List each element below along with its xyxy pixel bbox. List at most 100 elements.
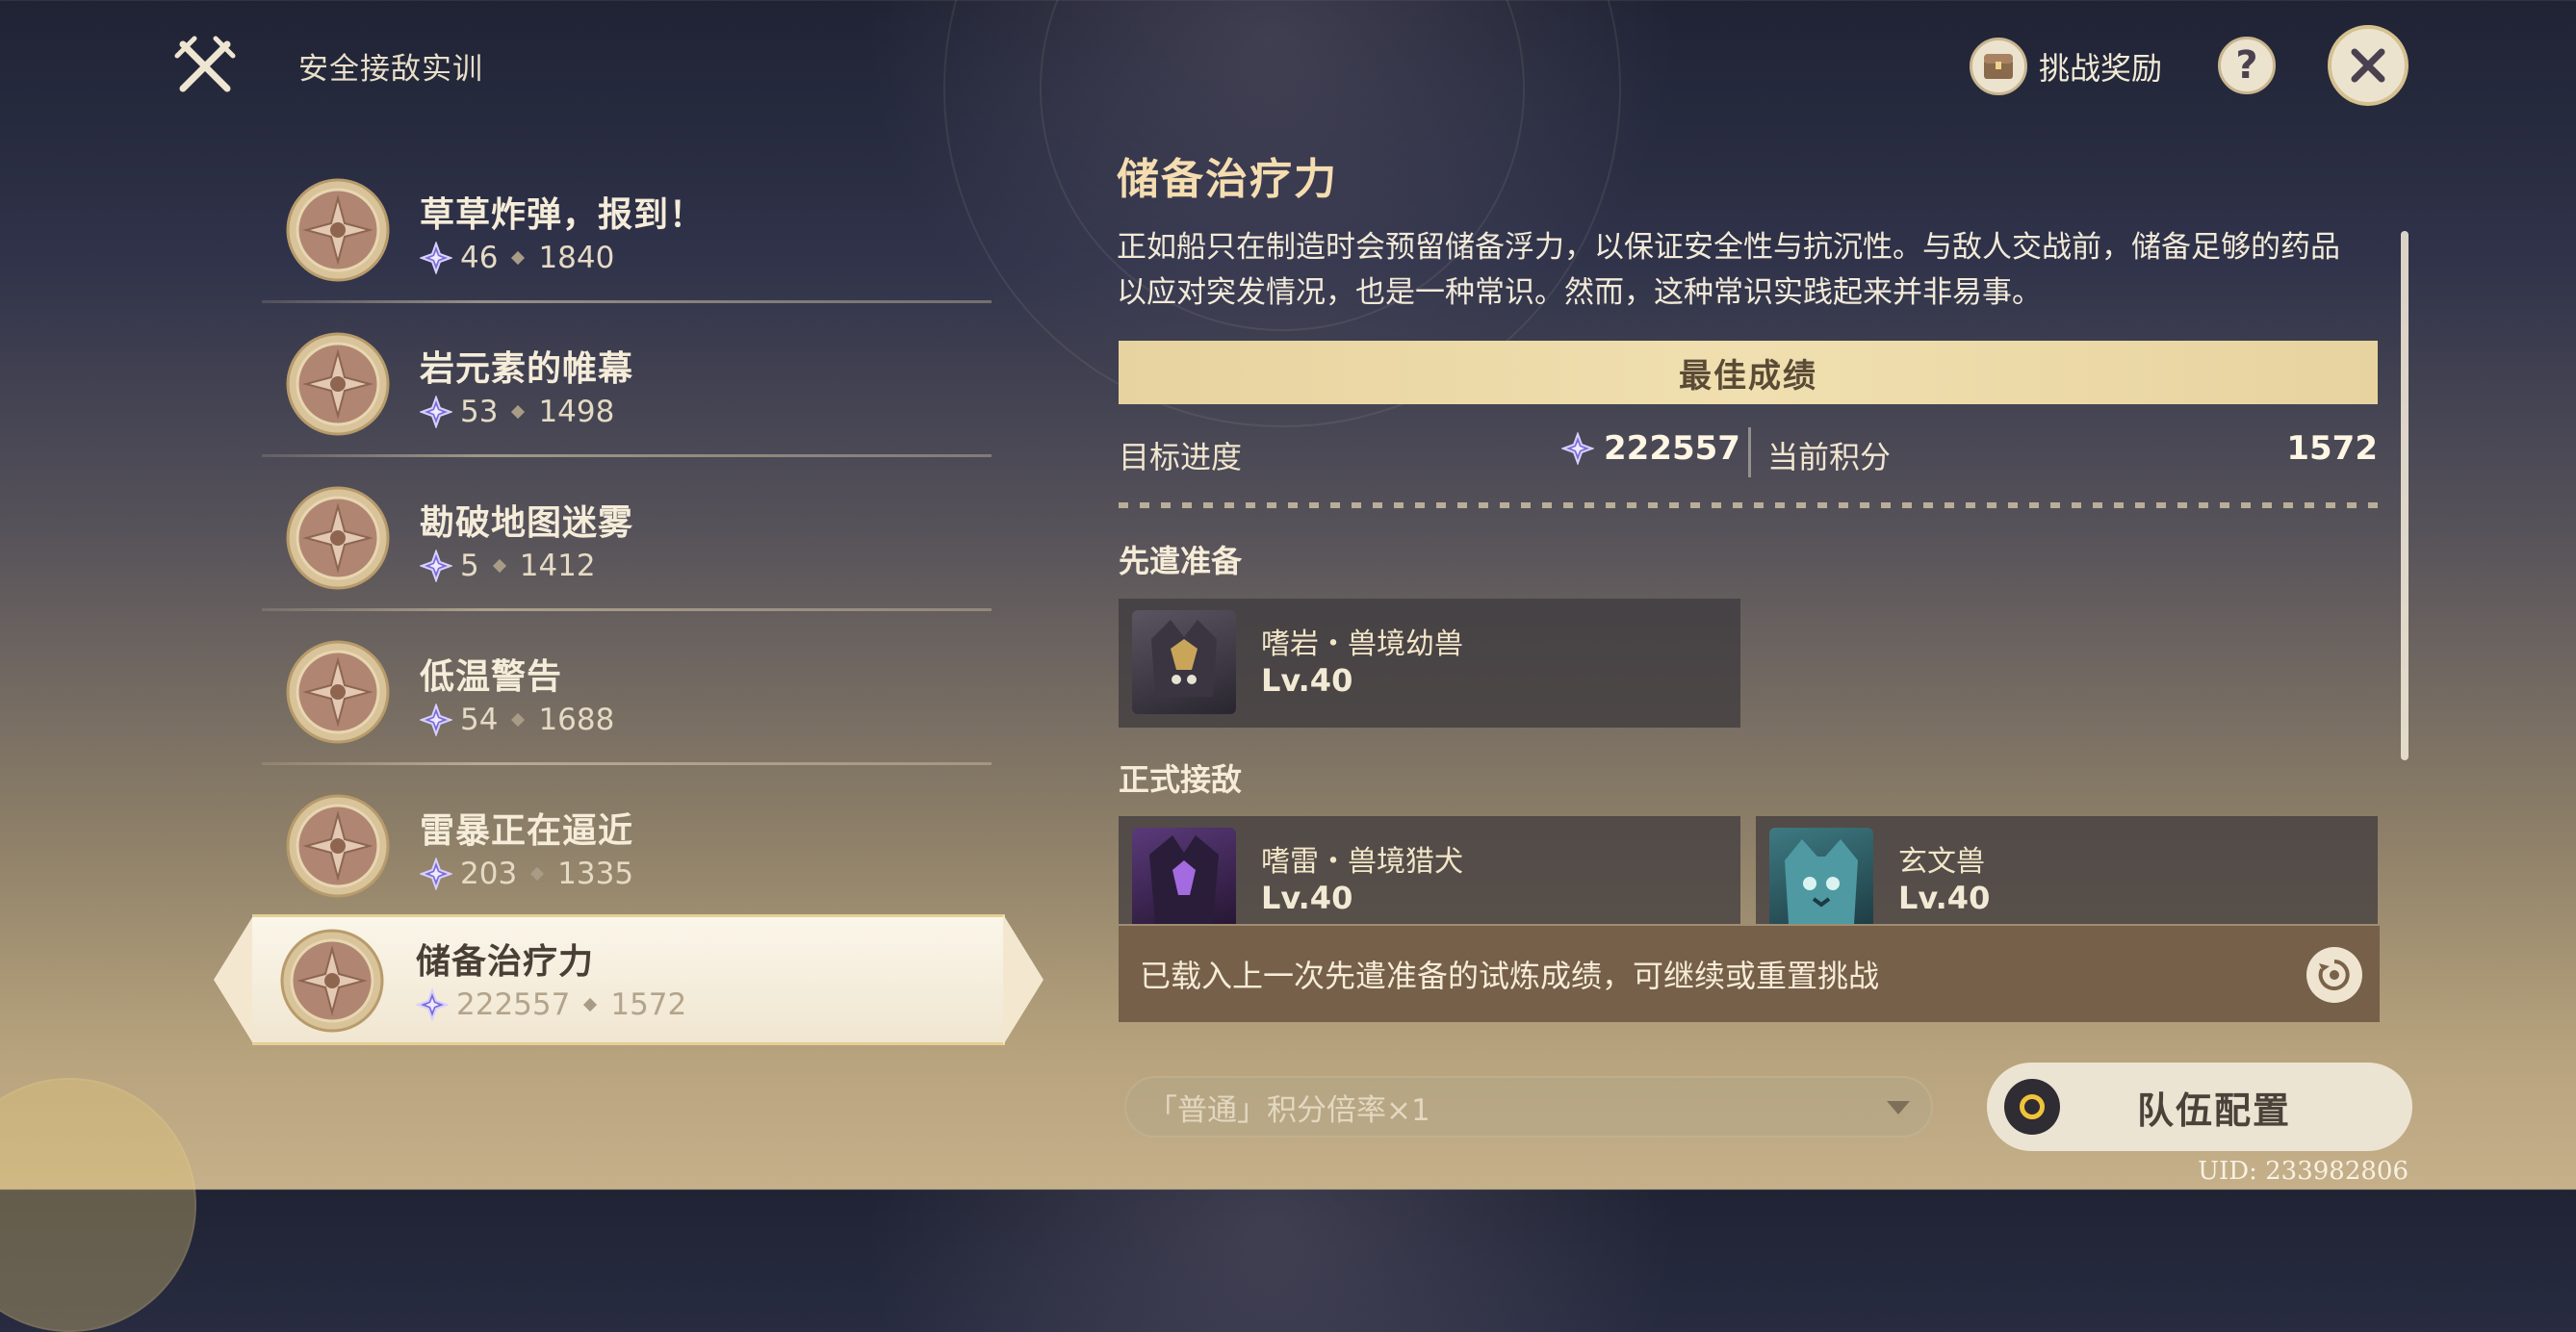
challenge-target: 54 — [460, 703, 499, 737]
separator-diamond-icon — [511, 712, 526, 728]
separator-diamond-icon — [511, 404, 526, 420]
selection-arrow-right — [1003, 914, 1043, 1045]
detail-description: 正如船只在制造时会预留储备浮力，以保证安全性与抗沉性。与敌人交战前，储备足够的药… — [1117, 230, 2340, 310]
challenge-reward-label: 挑战奖励 — [2039, 50, 2163, 87]
challenge-medal-icon — [285, 793, 391, 899]
challenge-title: 岩元素的帷幕 — [420, 349, 634, 389]
selection-arrow-left — [214, 914, 254, 1045]
challenge-target: 46 — [460, 241, 499, 275]
resume-notice-bar: 已载入上一次先遣准备的试炼成绩，可继续或重置挑战 — [1119, 926, 2380, 1022]
challenge-score: 1688 — [538, 703, 615, 737]
detail-scrollbar[interactable] — [2401, 231, 2409, 760]
question-icon: ? — [2218, 37, 2276, 94]
challenge-item-selected[interactable]: 储备治疗力 222557 1572 — [214, 914, 1043, 1045]
divider — [1748, 427, 1751, 477]
enemy-name: 玄文兽 — [1898, 845, 1985, 879]
challenge-item[interactable]: 岩元素的帷幕 53 1498 — [260, 308, 992, 457]
challenge-item[interactable]: 勘破地图迷雾 5 1412 — [260, 462, 992, 611]
challenge-score: 1412 — [519, 549, 596, 583]
challenge-target: 5 — [460, 549, 479, 583]
primogem-icon — [420, 858, 452, 890]
challenge-stats: 53 1498 — [420, 395, 614, 429]
enemy-portrait-rock-beast — [1132, 610, 1236, 714]
challenge-medal-icon — [285, 485, 391, 591]
challenge-target: 53 — [460, 395, 499, 429]
challenge-title: 草草炸弹，报到！ — [420, 195, 706, 235]
primogem-icon — [420, 550, 452, 582]
challenge-score: 1498 — [538, 395, 615, 429]
current-score-label: 当前积分 — [1767, 439, 1892, 475]
score-multiplier-value: 「普通」积分倍率×1 — [1147, 1092, 1430, 1128]
mode-title: 安全接敌实训 — [298, 52, 483, 87]
chest-icon — [1970, 38, 2027, 95]
enemy-card[interactable]: 嗜岩・兽境幼兽 Lv.40 — [1119, 599, 1740, 728]
close-icon — [2351, 48, 2385, 83]
enemy-card[interactable]: 嗜雷・兽境猎犬 Lv.40 — [1119, 816, 1740, 924]
help-button[interactable]: ? — [2218, 37, 2276, 94]
challenge-item[interactable]: 低温警告 54 1688 — [260, 616, 992, 765]
challenge-medal-icon — [279, 928, 385, 1034]
list-divider — [262, 762, 992, 765]
primogem-icon — [416, 988, 449, 1021]
challenge-medal-icon — [285, 639, 391, 745]
enemy-portrait-xuanwen-beast — [1769, 828, 1873, 924]
separator-diamond-icon — [492, 558, 506, 574]
primogem-icon — [420, 242, 452, 274]
scrollbar-thumb[interactable] — [2401, 231, 2409, 760]
challenge-title: 雷暴正在逼近 — [420, 811, 634, 851]
challenge-stats: 54 1688 — [420, 703, 614, 737]
challenge-score: 1335 — [557, 857, 634, 891]
challenge-score: 1840 — [538, 241, 615, 275]
crossed-swords-icon — [173, 35, 237, 98]
team-setup-button[interactable]: 队伍配置 — [1987, 1063, 2412, 1151]
challenge-score: 1572 — [610, 987, 687, 1022]
score-row: 目标进度 222557 当前积分 1572 — [1119, 423, 2378, 481]
vanguard-section-label: 先遣准备 — [1119, 543, 1243, 579]
target-progress-value: 222557 — [1561, 429, 1740, 468]
enemy-name: 嗜岩・兽境幼兽 — [1261, 628, 1463, 661]
resume-notice-text: 已载入上一次先遣准备的试炼成绩，可继续或重置挑战 — [1140, 958, 1880, 994]
main-section-label: 正式接敌 — [1119, 761, 1243, 798]
challenge-stats: 222557 1572 — [416, 987, 686, 1022]
challenge-medal-icon — [285, 331, 391, 437]
team-setup-label: 队伍配置 — [2136, 1089, 2291, 1132]
challenge-stats: 5 1412 — [420, 549, 596, 583]
separator-diamond-icon — [530, 866, 545, 882]
challenge-target: 203 — [460, 857, 518, 891]
primogem-icon — [420, 396, 452, 428]
challenge-title: 储备治疗力 — [416, 942, 595, 982]
enemy-level: Lv.40 — [1261, 880, 1353, 916]
current-score-value: 1572 — [2286, 429, 2378, 468]
challenge-item[interactable]: 草草炸弹，报到！ 46 1840 — [260, 154, 992, 303]
separator-diamond-icon — [583, 997, 598, 1012]
detail-title: 储备治疗力 — [1117, 155, 1338, 204]
question-glyph: ? — [2235, 43, 2258, 88]
separator-diamond-icon — [511, 250, 526, 266]
challenge-title: 勘破地图迷雾 — [420, 503, 634, 543]
enemy-portrait-electro-hound — [1132, 828, 1236, 924]
chevron-down-icon — [1887, 1101, 1910, 1114]
best-score-label: 最佳成绩 — [1679, 356, 1817, 396]
best-score-header: 最佳成绩 — [1119, 341, 2378, 404]
challenge-stats: 203 1335 — [420, 857, 633, 891]
primogem-icon — [1561, 432, 1594, 465]
challenge-item[interactable]: 雷暴正在逼近 203 1335 — [260, 770, 992, 919]
list-divider — [262, 300, 992, 303]
reset-challenge-button[interactable] — [2306, 947, 2362, 1003]
primogem-icon — [420, 704, 452, 736]
enemy-level: Lv.40 — [1898, 880, 1991, 916]
challenge-stats: 46 1840 — [420, 241, 614, 275]
challenge-reward-button[interactable]: 挑战奖励 — [1970, 35, 2162, 98]
target-value-text: 222557 — [1604, 429, 1740, 468]
enemy-card[interactable]: 玄文兽 Lv.40 — [1756, 816, 2378, 924]
background-sun-decoration — [0, 1078, 196, 1332]
score-multiplier-select[interactable]: 「普通」积分倍率×1 — [1124, 1076, 1933, 1138]
list-divider — [262, 454, 992, 457]
enemy-name: 嗜雷・兽境猎犬 — [1261, 845, 1463, 879]
challenge-medal-icon — [285, 177, 391, 283]
challenge-target: 222557 — [456, 987, 571, 1022]
close-button[interactable] — [2328, 25, 2409, 106]
reset-icon — [2318, 960, 2350, 990]
player-uid: UID: 233982806 — [2198, 1157, 2409, 1186]
list-divider — [262, 608, 992, 611]
